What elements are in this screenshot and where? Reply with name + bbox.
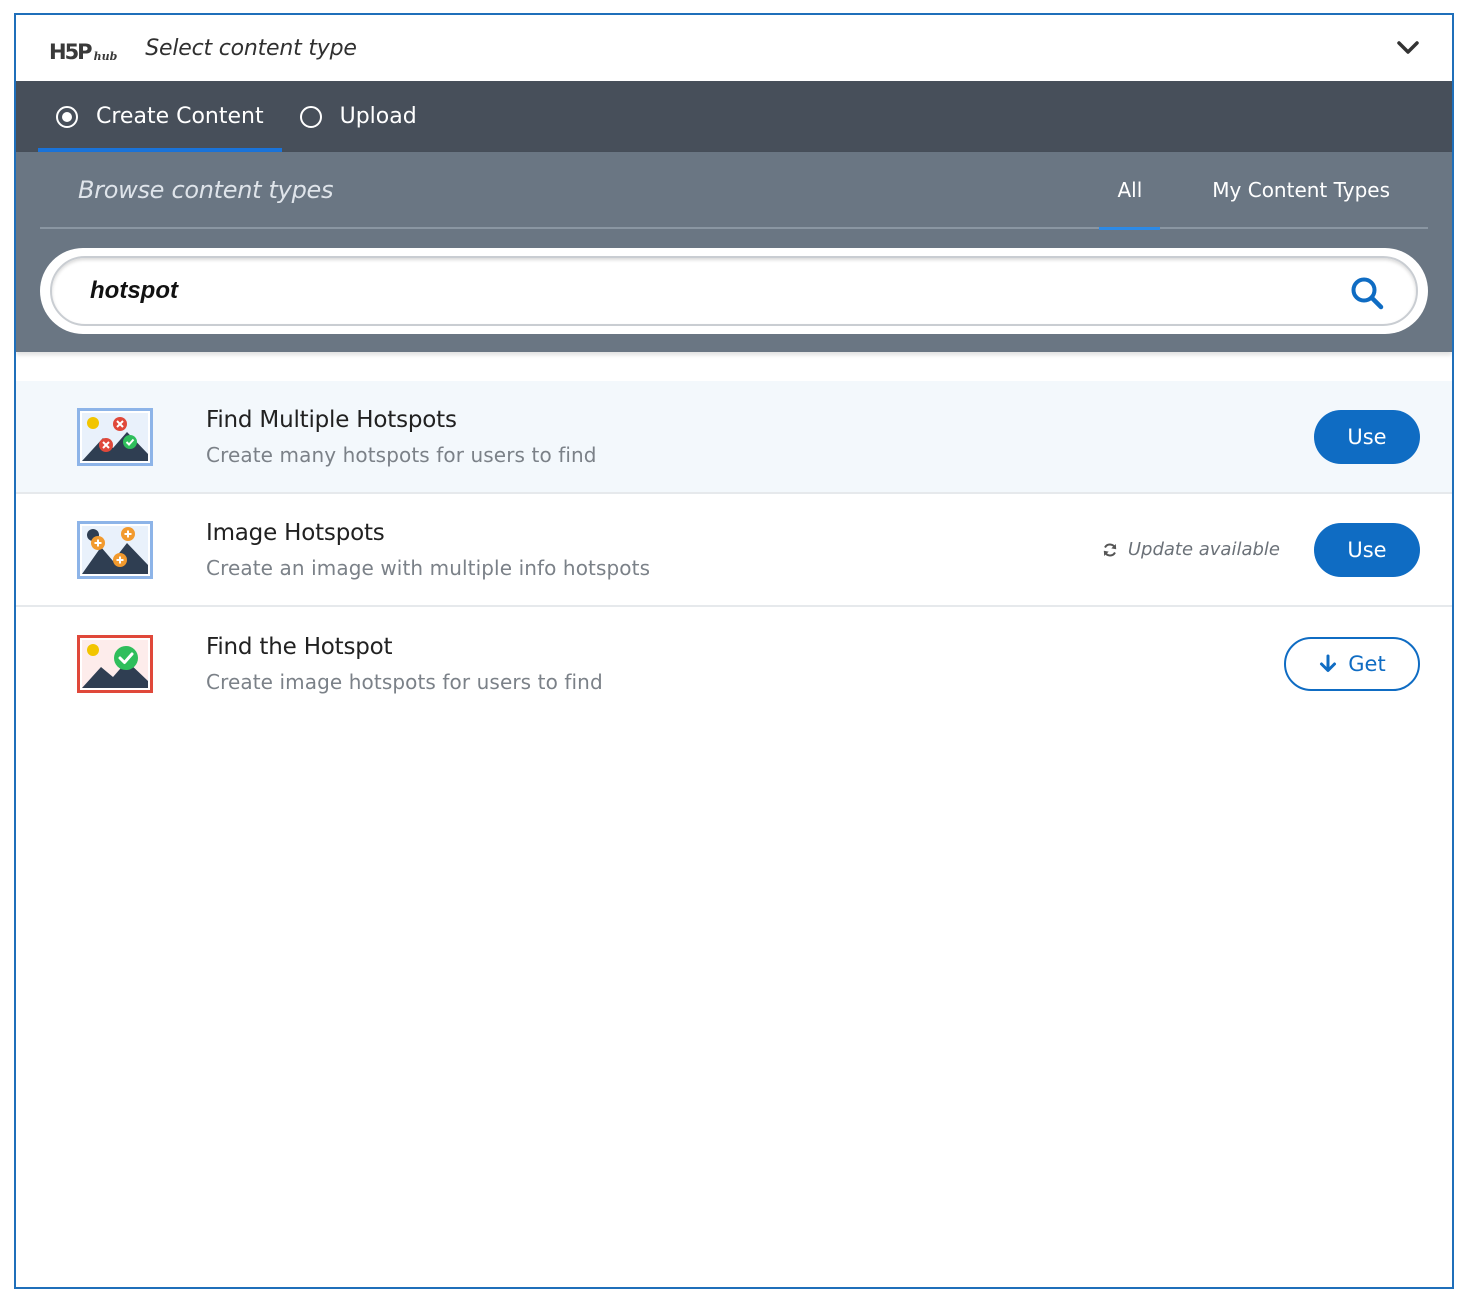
- header-title: Select content type: [145, 35, 357, 61]
- result-summary: Create an image with multiple info hotsp…: [206, 555, 651, 580]
- search-icon[interactable]: [1350, 276, 1384, 310]
- image-hotspots-icon: [77, 520, 153, 579]
- tab-upload[interactable]: Upload: [282, 81, 435, 152]
- chevron-down-icon[interactable]: [1396, 39, 1420, 57]
- get-button[interactable]: Get: [1284, 636, 1420, 691]
- result-text: Find Multiple Hotspots Create many hotsp…: [206, 407, 597, 467]
- h5p-hub-panel: H5P hub Select content type Create Conte…: [14, 13, 1454, 1289]
- arrow-down-icon: [1320, 654, 1337, 672]
- result-title: Image Hotspots: [206, 519, 385, 546]
- browse-header: Browse content types All My Content Type…: [40, 151, 1428, 230]
- result-summary: Create many hotspots for users to find: [206, 442, 597, 467]
- use-button[interactable]: Use: [1314, 522, 1420, 577]
- result-summary: Create image hotspots for users to find: [206, 669, 603, 694]
- result-text: Find the Hotspot Create image hotspots f…: [206, 634, 603, 694]
- logo-h5p-text: H5P: [49, 40, 93, 64]
- radio-checked-icon: [56, 105, 78, 128]
- search-input[interactable]: [50, 256, 1418, 326]
- refresh-icon: [1103, 543, 1117, 556]
- find-the-hotspot-icon: [77, 634, 153, 693]
- list-item[interactable]: Image Hotspots Create an image with mult…: [16, 494, 1452, 607]
- browse-title: Browse content types: [78, 175, 334, 204]
- result-text: Image Hotspots Create an image with mult…: [206, 520, 650, 580]
- get-button-label: Get: [1348, 651, 1386, 676]
- tab-upload-label: Upload: [339, 104, 417, 129]
- h5p-hub-logo: H5P hub: [49, 33, 117, 63]
- hub-header[interactable]: H5P hub Select content type: [16, 15, 1452, 81]
- result-title: Find the Hotspot: [206, 633, 393, 660]
- radio-unchecked-icon: [299, 105, 322, 128]
- filter-tab-all[interactable]: All: [1099, 151, 1161, 230]
- list-item[interactable]: Find Multiple Hotspots Create many hotsp…: [16, 381, 1452, 494]
- browse-panel: Browse content types All My Content Type…: [16, 152, 1452, 352]
- list-item[interactable]: Find the Hotspot Create image hotspots f…: [16, 607, 1452, 720]
- filter-tab-my-content-types[interactable]: My Content Types: [1212, 151, 1390, 228]
- results-list: Find Multiple Hotspots Create many hotsp…: [16, 381, 1452, 720]
- find-multiple-hotspots-icon: [77, 407, 153, 466]
- tab-create-content[interactable]: Create Content: [38, 81, 282, 152]
- logo-hub-text: hub: [93, 50, 118, 63]
- panel-tab-bar: Create Content Upload: [16, 81, 1452, 152]
- result-title: Find Multiple Hotspots: [206, 406, 457, 433]
- update-available-notice[interactable]: Update available: [1102, 539, 1280, 560]
- use-button[interactable]: Use: [1314, 409, 1420, 464]
- tab-create-content-label: Create Content: [96, 104, 264, 129]
- update-available-label: Update available: [1127, 539, 1280, 560]
- search-container: [40, 248, 1428, 334]
